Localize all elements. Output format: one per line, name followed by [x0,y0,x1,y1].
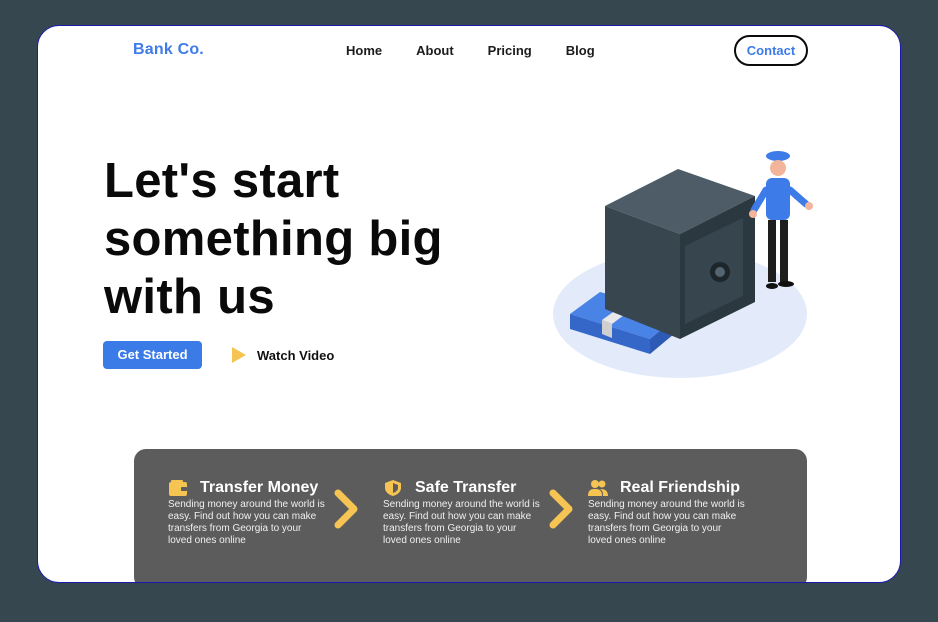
shield-icon [385,480,401,496]
hero-title-line: something big [104,212,443,266]
vault-illustration [553,151,813,378]
main-nav: Home About Pricing Blog [346,43,629,58]
features-panel: Transfer Money Sending money around the … [134,449,807,582]
feature-description: Sending money around the world is easy. … [168,499,325,546]
feature-safe-transfer: Safe Transfer Sending money around the w… [383,479,543,547]
landing-card: Bank Co. Home About Pricing Blog Contact… [37,25,901,583]
hero-title: Let's start something big with us [104,152,504,326]
nav-about-link[interactable]: About [416,43,454,58]
watch-video-button[interactable]: Watch Video [231,346,334,364]
brand-logo[interactable]: Bank Co. [133,41,204,59]
hero-title-line: with us [104,270,275,324]
get-started-button[interactable]: Get Started [103,341,202,369]
feature-title: Real Friendship [620,479,741,496]
chevron-right-icon [549,489,573,529]
watch-video-label: Watch Video [257,347,335,363]
nav-pricing-link[interactable]: Pricing [488,43,532,58]
feature-title: Safe Transfer [415,479,517,496]
wallet-icon [169,480,187,496]
feature-title: Transfer Money [200,479,319,496]
contact-button[interactable]: Contact [734,35,808,66]
feature-description: Sending money around the world is easy. … [383,499,540,546]
play-icon [232,347,246,363]
feature-transfer-money: Transfer Money Sending money around the … [168,479,328,547]
users-icon [588,480,608,496]
feature-description: Sending money around the world is easy. … [588,499,745,546]
hero-title-line: Let's start [104,154,340,208]
feature-real-friendship: Real Friendship Sending money around the… [588,479,748,547]
chevron-right-icon [334,489,358,529]
nav-home-link[interactable]: Home [346,43,382,58]
nav-blog-link[interactable]: Blog [566,43,595,58]
